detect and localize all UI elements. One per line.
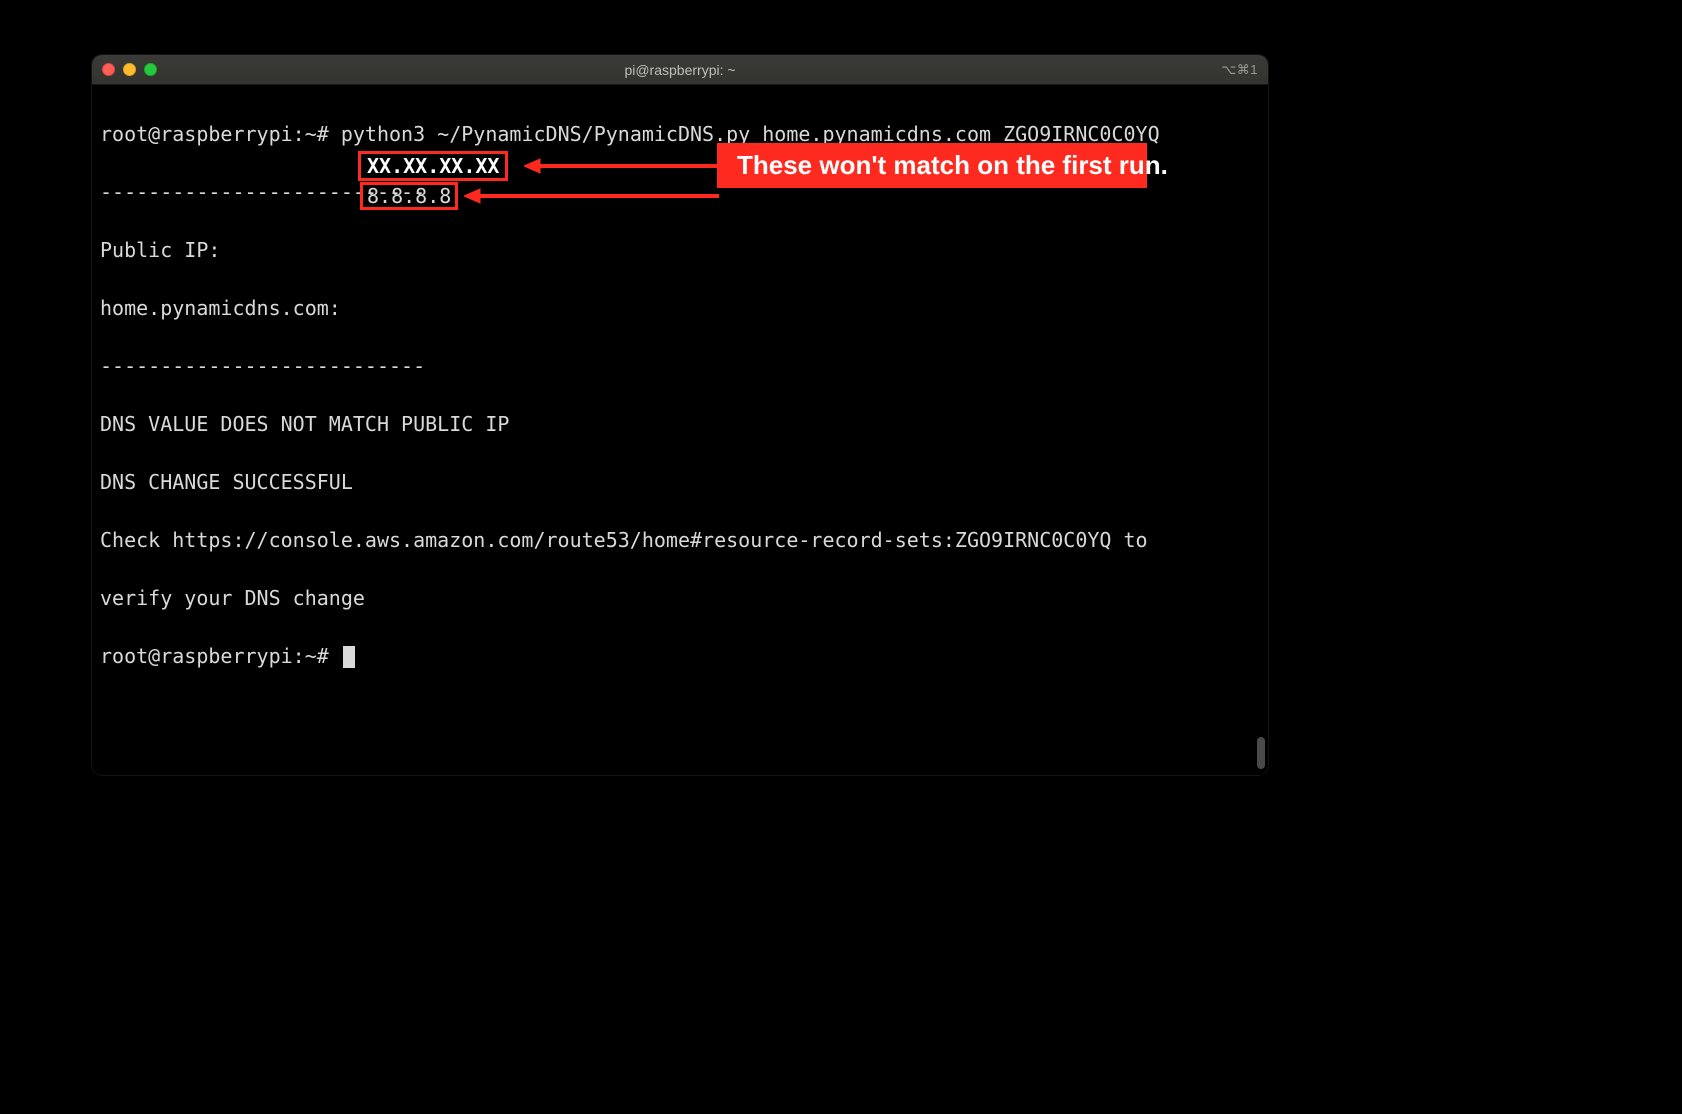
verify-message-line2: verify your DNS change [100,584,1260,613]
divider: --------------------------- [100,352,1260,381]
public-ip-value-highlight: XX.XX.XX.XX [358,151,508,181]
maximize-button[interactable] [144,63,157,76]
public-ip-value: XX.XX.XX.XX [367,152,499,181]
minimize-button[interactable] [123,63,136,76]
verify-message-line1: Check https://console.aws.amazon.com/rou… [100,526,1260,555]
success-message: DNS CHANGE SUCCESSFUL [100,468,1260,497]
prompt: root@raspberrypi:~# [100,644,341,668]
mismatch-message: DNS VALUE DOES NOT MATCH PUBLIC IP [100,410,1260,439]
scrollbar-thumb[interactable] [1257,737,1265,769]
annotation-callout: These won't match on the first run. [717,143,1147,188]
domain-label: home.pynamicdns.com: [100,296,341,320]
domain-value-highlight: 8.8.8.8 [360,182,458,210]
title-bar: pi@raspberrypi: ~ ⌥⌘1 [92,55,1268,85]
window-title: pi@raspberrypi: ~ [92,62,1268,78]
arrow-icon [464,187,719,205]
traffic-lights [102,63,157,76]
window-shortcut-hint: ⌥⌘1 [1221,62,1258,78]
prompt: root@raspberrypi:~# [100,122,341,146]
arrow-icon [524,157,719,175]
terminal-body[interactable]: root@raspberrypi:~# python3 ~/PynamicDNS… [92,85,1268,775]
public-ip-label: Public IP: [100,238,220,262]
cursor [343,646,355,668]
domain-value: 8.8.8.8 [367,182,451,211]
terminal-window: pi@raspberrypi: ~ ⌥⌘1 root@raspberrypi:~… [92,55,1268,775]
close-button[interactable] [102,63,115,76]
